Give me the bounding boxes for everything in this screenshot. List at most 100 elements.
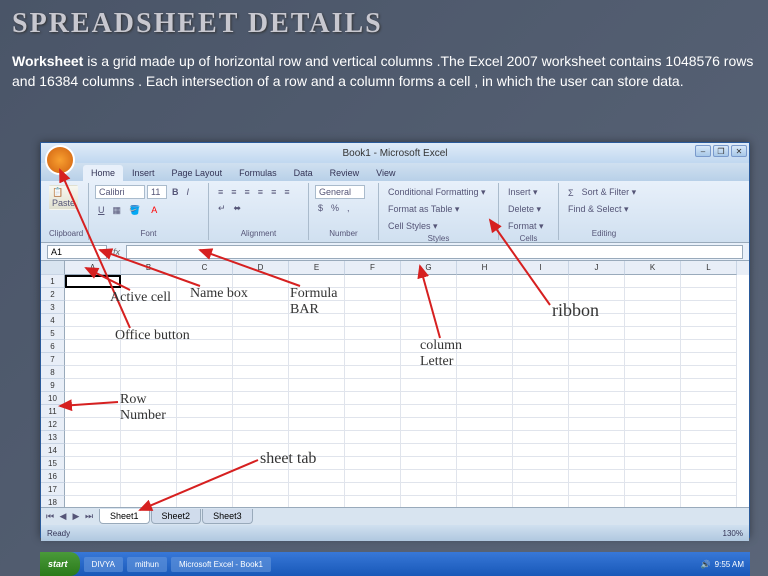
row-header[interactable]: 14	[41, 444, 65, 457]
cell[interactable]	[233, 353, 289, 366]
cell[interactable]	[233, 366, 289, 379]
cell[interactable]	[177, 405, 233, 418]
cell[interactable]	[345, 444, 401, 457]
cell[interactable]	[401, 288, 457, 301]
cell[interactable]	[513, 496, 569, 507]
tab-view[interactable]: View	[368, 165, 403, 181]
row-header[interactable]: 3	[41, 301, 65, 314]
cell[interactable]	[177, 444, 233, 457]
cell[interactable]	[681, 340, 737, 353]
cell[interactable]	[177, 301, 233, 314]
cell[interactable]	[457, 314, 513, 327]
cell[interactable]	[345, 379, 401, 392]
sheet-nav-next-icon[interactable]: ▶	[70, 511, 82, 522]
cell[interactable]	[457, 366, 513, 379]
cell[interactable]	[233, 457, 289, 470]
taskbar-item[interactable]: DIVYA	[84, 557, 123, 572]
cell[interactable]	[345, 418, 401, 431]
cell[interactable]	[289, 366, 345, 379]
cell[interactable]	[345, 314, 401, 327]
cell[interactable]	[345, 340, 401, 353]
cell[interactable]	[345, 327, 401, 340]
row-header[interactable]: 12	[41, 418, 65, 431]
zoom-level[interactable]: 130%	[723, 529, 743, 538]
row-header[interactable]: 5	[41, 327, 65, 340]
cell[interactable]	[289, 444, 345, 457]
cell[interactable]	[457, 288, 513, 301]
cell[interactable]	[233, 418, 289, 431]
cell[interactable]	[121, 340, 177, 353]
cell[interactable]	[177, 418, 233, 431]
cell[interactable]	[233, 470, 289, 483]
insert-cells[interactable]: Insert ▾	[505, 185, 541, 200]
cell[interactable]	[177, 314, 233, 327]
cell[interactable]	[289, 314, 345, 327]
cell[interactable]	[401, 418, 457, 431]
cell[interactable]	[681, 496, 737, 507]
cell[interactable]	[569, 431, 625, 444]
cell[interactable]	[681, 366, 737, 379]
cell[interactable]	[233, 301, 289, 314]
conditional-formatting[interactable]: Conditional Formatting ▾	[385, 185, 489, 200]
cell[interactable]	[569, 327, 625, 340]
cell[interactable]	[625, 444, 681, 457]
cell[interactable]	[625, 483, 681, 496]
format-cells[interactable]: Format ▾	[505, 219, 547, 234]
cell[interactable]	[121, 431, 177, 444]
cell[interactable]	[513, 340, 569, 353]
cell[interactable]	[457, 327, 513, 340]
col-header[interactable]: D	[233, 261, 289, 275]
cell[interactable]	[121, 392, 177, 405]
cell[interactable]	[289, 496, 345, 507]
cell[interactable]	[177, 275, 233, 288]
cell[interactable]	[121, 379, 177, 392]
cell[interactable]	[65, 483, 121, 496]
cell[interactable]	[121, 275, 177, 288]
cell[interactable]	[401, 457, 457, 470]
cell[interactable]	[289, 483, 345, 496]
cell[interactable]	[233, 340, 289, 353]
cell[interactable]	[625, 353, 681, 366]
cell[interactable]	[345, 457, 401, 470]
cell[interactable]	[65, 431, 121, 444]
cell[interactable]	[177, 457, 233, 470]
col-header[interactable]: K	[625, 261, 681, 275]
cell[interactable]	[681, 392, 737, 405]
cell[interactable]	[177, 379, 233, 392]
cell[interactable]	[121, 301, 177, 314]
taskbar-item[interactable]: mithun	[127, 557, 167, 572]
cell[interactable]	[625, 431, 681, 444]
italic-button[interactable]: I	[184, 185, 193, 199]
cell[interactable]	[121, 314, 177, 327]
comma-button[interactable]: ,	[344, 201, 353, 215]
cell[interactable]	[625, 275, 681, 288]
system-tray[interactable]: 🔊 9:55 AM	[695, 560, 750, 569]
cell[interactable]	[121, 470, 177, 483]
align-mid[interactable]: ≡	[228, 185, 239, 199]
percent-button[interactable]: %	[328, 201, 342, 215]
cell[interactable]	[569, 288, 625, 301]
cell[interactable]	[177, 392, 233, 405]
cell[interactable]	[121, 444, 177, 457]
tray-icon[interactable]: 🔊	[701, 560, 711, 569]
cell[interactable]	[233, 379, 289, 392]
cell[interactable]	[681, 444, 737, 457]
cell[interactable]	[401, 496, 457, 507]
cell[interactable]	[65, 327, 121, 340]
maximize-button[interactable]: ❐	[713, 145, 729, 157]
cell[interactable]	[233, 314, 289, 327]
taskbar-item[interactable]: Microsoft Excel - Book1	[171, 557, 271, 572]
office-button[interactable]	[45, 145, 75, 175]
tab-insert[interactable]: Insert	[124, 165, 163, 181]
tab-review[interactable]: Review	[322, 165, 368, 181]
row-header[interactable]: 15	[41, 457, 65, 470]
cell[interactable]	[625, 340, 681, 353]
cell[interactable]	[625, 288, 681, 301]
cell[interactable]	[513, 444, 569, 457]
close-button[interactable]: ✕	[731, 145, 747, 157]
cell[interactable]	[289, 431, 345, 444]
cell[interactable]	[233, 444, 289, 457]
cell[interactable]	[569, 353, 625, 366]
cell[interactable]	[345, 275, 401, 288]
cell[interactable]	[401, 431, 457, 444]
